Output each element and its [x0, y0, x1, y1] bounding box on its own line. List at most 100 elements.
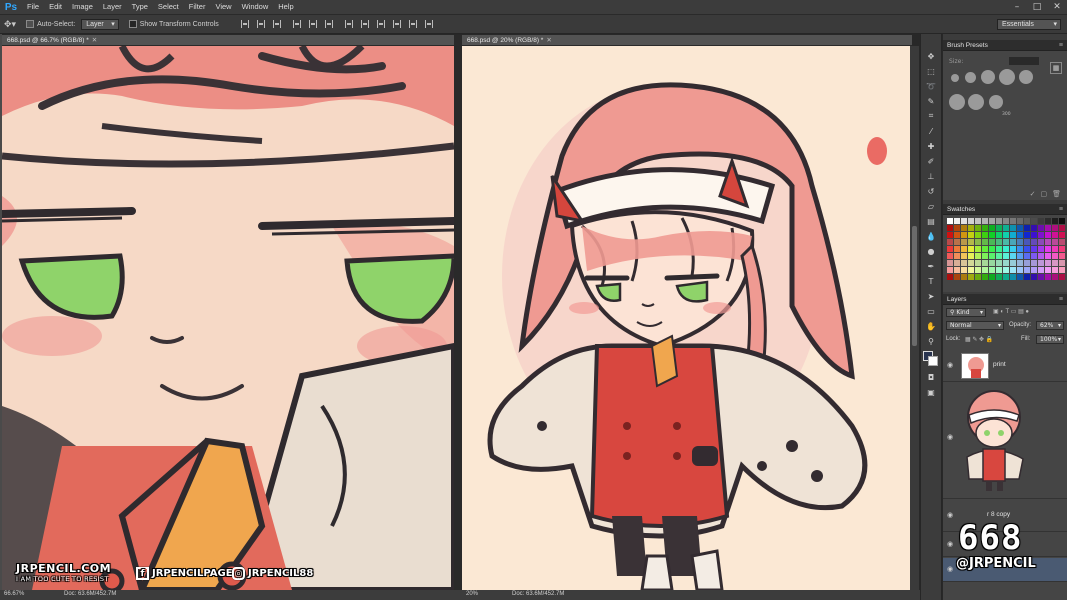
swatch-color[interactable]	[1003, 239, 1009, 245]
swatch-color[interactable]	[961, 253, 967, 259]
trash-icon[interactable]: 🗑	[1052, 190, 1061, 200]
zoom-level-2[interactable]: 20%	[466, 591, 478, 597]
swatch-color[interactable]	[1003, 225, 1009, 231]
swatch-color[interactable]	[961, 239, 967, 245]
swatch-color[interactable]	[961, 246, 967, 252]
swatch-color[interactable]	[954, 239, 960, 245]
swatch-color[interactable]	[954, 225, 960, 231]
swatch-color[interactable]	[947, 253, 953, 259]
move-tool-icon[interactable]: ✥	[924, 50, 938, 62]
swatch-color[interactable]	[1024, 260, 1030, 266]
brush-preset[interactable]	[949, 94, 965, 110]
menu-type[interactable]: Type	[127, 0, 153, 14]
swatch-color[interactable]	[1010, 232, 1016, 238]
swatch-color[interactable]	[1059, 239, 1065, 245]
swatch-color[interactable]	[1059, 274, 1065, 280]
background-color-swatch[interactable]	[928, 356, 938, 366]
swatch-color[interactable]	[1052, 260, 1058, 266]
swatch-color[interactable]	[968, 239, 974, 245]
crop-tool-icon[interactable]: ⌗	[924, 110, 938, 122]
swatch-color[interactable]	[1024, 253, 1030, 259]
swatch-color[interactable]	[1010, 260, 1016, 266]
swatch-color[interactable]	[947, 260, 953, 266]
swatch-color[interactable]	[1031, 218, 1037, 224]
visibility-eye-icon[interactable]: ◉	[947, 540, 953, 548]
swatch-color[interactable]	[996, 253, 1002, 259]
distribute-hcenter-icon[interactable]	[408, 20, 417, 28]
swatch-color[interactable]	[1003, 267, 1009, 273]
brush-tool-icon[interactable]: ✐	[924, 155, 938, 167]
eraser-tool-icon[interactable]: ▱	[924, 200, 938, 212]
clone-stamp-tool-icon[interactable]: ⊥	[924, 170, 938, 182]
swatch-color[interactable]	[1038, 239, 1044, 245]
swatch-color[interactable]	[1010, 253, 1016, 259]
swatch-color[interactable]	[1003, 246, 1009, 252]
healing-brush-tool-icon[interactable]: ✚	[924, 140, 938, 152]
align-hcenter-icon[interactable]	[308, 20, 317, 28]
swatch-color[interactable]	[996, 239, 1002, 245]
swatch-color[interactable]	[1059, 260, 1065, 266]
menu-select[interactable]: Select	[153, 0, 184, 14]
swatch-color[interactable]	[1010, 274, 1016, 280]
eyedropper-tool-icon[interactable]: ⁄	[924, 125, 938, 137]
show-transform-checkbox[interactable]	[128, 20, 137, 28]
swatch-color[interactable]	[1045, 274, 1051, 280]
swatch-color[interactable]	[982, 218, 988, 224]
swatch-color[interactable]	[1024, 274, 1030, 280]
swatch-color[interactable]	[996, 260, 1002, 266]
swatch-color[interactable]	[989, 239, 995, 245]
panel-menu-icon[interactable]: ≡	[1059, 40, 1063, 51]
menu-view[interactable]: View	[210, 0, 236, 14]
swatch-color[interactable]	[1024, 246, 1030, 252]
visibility-eye-icon[interactable]: ◉	[947, 361, 953, 369]
marquee-tool-icon[interactable]: ⬚	[924, 65, 938, 77]
path-select-tool-icon[interactable]: ➤	[924, 290, 938, 302]
menu-layer[interactable]: Layer	[98, 0, 127, 14]
swatch-color[interactable]	[1017, 267, 1023, 273]
brush-preset[interactable]	[989, 95, 1003, 109]
swatch-color[interactable]	[1052, 239, 1058, 245]
swatch-color[interactable]	[1059, 225, 1065, 231]
swatch-color[interactable]	[975, 246, 981, 252]
tab-close-icon[interactable]: ✕	[546, 37, 551, 44]
history-brush-tool-icon[interactable]: ↺	[924, 185, 938, 197]
swatch-color[interactable]	[982, 225, 988, 231]
brush-preset[interactable]	[965, 72, 976, 83]
distribute-bottom-icon[interactable]	[376, 20, 385, 28]
swatch-color[interactable]	[1010, 239, 1016, 245]
auto-select-checkbox[interactable]	[26, 20, 35, 28]
swatch-color[interactable]	[975, 218, 981, 224]
menu-edit[interactable]: Edit	[44, 0, 67, 14]
swatch-color[interactable]	[947, 232, 953, 238]
swatch-color[interactable]	[989, 218, 995, 224]
swatch-color[interactable]	[1052, 274, 1058, 280]
swatch-color[interactable]	[961, 267, 967, 273]
scrollbar-thumb[interactable]	[912, 226, 917, 346]
swatch-color[interactable]	[982, 253, 988, 259]
auto-select-target-dropdown[interactable]: Layer	[81, 18, 119, 30]
swatch-color[interactable]	[982, 260, 988, 266]
swatch-color[interactable]	[1052, 218, 1058, 224]
swatch-color[interactable]	[1031, 225, 1037, 231]
swatch-color[interactable]	[1045, 267, 1051, 273]
swatch-color[interactable]	[1017, 218, 1023, 224]
swatch-color[interactable]	[1017, 274, 1023, 280]
swatch-color[interactable]	[1010, 267, 1016, 273]
swatch-color[interactable]	[1003, 253, 1009, 259]
swatch-color[interactable]	[975, 239, 981, 245]
swatch-color[interactable]	[954, 232, 960, 238]
swatch-color[interactable]	[989, 232, 995, 238]
swatch-color[interactable]	[996, 232, 1002, 238]
swatch-color[interactable]	[968, 260, 974, 266]
swatch-color[interactable]	[1038, 246, 1044, 252]
swatch-color[interactable]	[961, 218, 967, 224]
swatch-color[interactable]	[1052, 253, 1058, 259]
swatch-color[interactable]	[947, 267, 953, 273]
swatch-color[interactable]	[1017, 246, 1023, 252]
brush-preset[interactable]	[951, 74, 959, 82]
brush-preset[interactable]	[981, 70, 995, 84]
swatch-color[interactable]	[954, 274, 960, 280]
swatch-color[interactable]	[1031, 246, 1037, 252]
swatch-color[interactable]	[996, 246, 1002, 252]
swatch-color[interactable]	[947, 239, 953, 245]
